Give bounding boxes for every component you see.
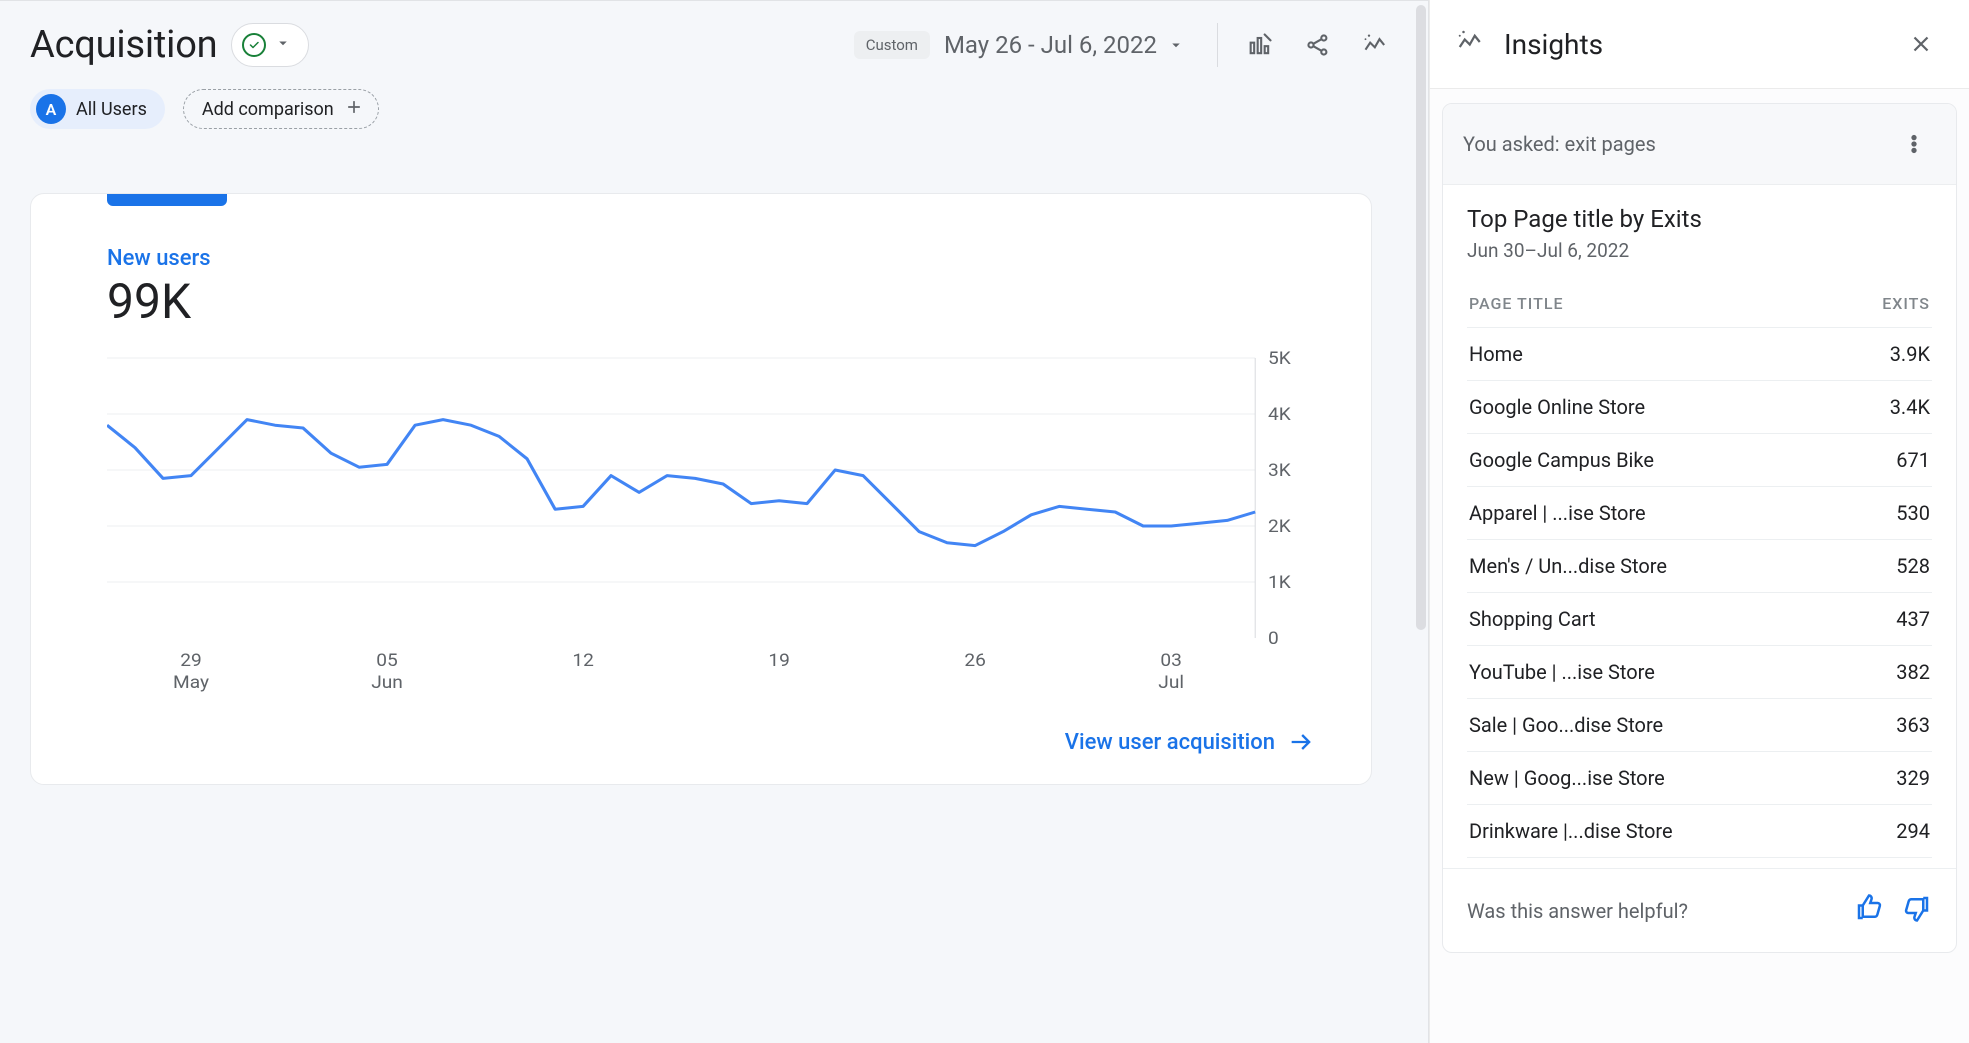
table-header: PAGE TITLE EXITS: [1467, 280, 1932, 328]
svg-text:May: May: [173, 672, 209, 693]
exits-cell: 329: [1896, 766, 1930, 790]
table-row[interactable]: Home 3.9K: [1467, 328, 1932, 381]
page-title: Acquisition: [30, 23, 217, 67]
page-title-cell: Google Campus Bike: [1469, 448, 1654, 472]
date-range-picker[interactable]: May 26 - Jul 6, 2022: [944, 31, 1185, 59]
active-tab-indicator: [107, 194, 227, 206]
sparkle-trend-icon: [1362, 31, 1390, 59]
date-preset-label: Custom: [854, 31, 930, 59]
svg-text:Jun: Jun: [371, 672, 403, 693]
svg-text:12: 12: [572, 650, 594, 671]
add-comparison-button[interactable]: Add comparison: [183, 89, 379, 129]
svg-text:1K: 1K: [1268, 572, 1291, 593]
insight-title: Top Page title by Exits: [1467, 205, 1932, 233]
checkmark-icon: [242, 33, 266, 57]
you-asked-row: You asked: exit pages: [1443, 104, 1956, 185]
table-row[interactable]: YouTube | ...ise Store 382: [1467, 646, 1932, 699]
svg-text:Jul: Jul: [1158, 672, 1184, 693]
customize-report-button[interactable]: [1238, 23, 1282, 67]
insights-panel: Insights You asked: exit pages Top Page …: [1429, 0, 1969, 1043]
share-icon: [1304, 31, 1332, 59]
thumbs-up-button[interactable]: [1854, 893, 1884, 928]
page-title-cell: Apparel | ...ise Store: [1469, 501, 1646, 525]
exits-cell: 363: [1896, 713, 1930, 737]
svg-text:19: 19: [768, 650, 790, 671]
exits-cell: 3.4K: [1890, 395, 1930, 419]
table-row[interactable]: New | Goog...ise Store 329: [1467, 752, 1932, 805]
sparkle-trend-icon: [1456, 27, 1486, 61]
view-user-acquisition-link[interactable]: View user acquisition: [31, 708, 1371, 756]
thumbs-down-icon: [1902, 893, 1932, 923]
svg-text:26: 26: [964, 650, 986, 671]
page-title-cell: Men's / Un...dise Store: [1469, 554, 1667, 578]
exits-cell: 528: [1896, 554, 1930, 578]
status-chip[interactable]: [231, 23, 309, 67]
page-title-cell: New | Goog...ise Store: [1469, 766, 1665, 790]
svg-text:5K: 5K: [1268, 348, 1291, 369]
new-users-chart: 0 1K 2K 3K 4K 5K 29May 05Jun 12 19 26 03Jul: [31, 330, 1371, 708]
acquisition-card: New users 99K 0 1K 2K 3K 4K 5K 29May 05Jun 12 19 2…: [30, 193, 1372, 785]
table-row[interactable]: Men's / Un...dise Store 528: [1467, 540, 1932, 593]
thumbs-up-icon: [1854, 893, 1884, 923]
svg-text:05: 05: [376, 650, 398, 671]
table-row[interactable]: Apparel | ...ise Store 530: [1467, 487, 1932, 540]
helpful-label: Was this answer helpful?: [1467, 899, 1688, 923]
svg-text:29: 29: [180, 650, 202, 671]
table-row[interactable]: Drinkware |...dise Store 294: [1467, 805, 1932, 858]
exits-cell: 382: [1896, 660, 1930, 684]
insight-card: You asked: exit pages Top Page title by …: [1442, 103, 1957, 953]
you-asked-query: exit pages: [1565, 132, 1656, 156]
col-exits: EXITS: [1882, 294, 1930, 313]
page-title-cell: YouTube | ...ise Store: [1469, 660, 1655, 684]
page-title-cell: Sale | Goo...dise Store: [1469, 713, 1663, 737]
svg-text:03: 03: [1160, 650, 1182, 671]
arrow-right-icon: [1287, 728, 1315, 756]
insights-button[interactable]: [1354, 23, 1398, 67]
exits-cell: 294: [1896, 819, 1930, 843]
metric-value: 99K: [107, 273, 1327, 330]
page-title-cell: Drinkware |...dise Store: [1469, 819, 1673, 843]
svg-text:2K: 2K: [1268, 516, 1291, 537]
close-icon: [1908, 31, 1934, 57]
exits-cell: 3.9K: [1890, 342, 1930, 366]
page-title-cell: Home: [1469, 342, 1523, 366]
page-title-cell: Google Online Store: [1469, 395, 1645, 419]
col-page-title: PAGE TITLE: [1469, 294, 1564, 313]
date-range-text: May 26 - Jul 6, 2022: [944, 31, 1157, 59]
close-button[interactable]: [1899, 22, 1943, 66]
add-comparison-label: Add comparison: [202, 99, 334, 120]
scrollbar[interactable]: [1416, 5, 1426, 630]
table-row[interactable]: Google Campus Bike 671: [1467, 434, 1932, 487]
audience-badge: A: [36, 94, 66, 124]
exits-cell: 437: [1896, 607, 1930, 631]
svg-text:0: 0: [1268, 628, 1279, 649]
table-row[interactable]: Google Online Store 3.4K: [1467, 381, 1932, 434]
table-row[interactable]: Shopping Cart 437: [1467, 593, 1932, 646]
metric-label-new-users[interactable]: New users: [107, 246, 1327, 271]
share-button[interactable]: [1296, 23, 1340, 67]
page-title-cell: Shopping Cart: [1469, 607, 1596, 631]
svg-text:3K: 3K: [1268, 460, 1291, 481]
exits-cell: 530: [1896, 501, 1930, 525]
chevron-down-icon: [274, 34, 292, 56]
insights-panel-title: Insights: [1504, 28, 1881, 61]
chevron-down-icon: [1167, 36, 1185, 54]
more-vertical-icon: [1903, 133, 1925, 155]
more-options-button[interactable]: [1892, 122, 1936, 166]
you-asked-prefix: You asked:: [1463, 132, 1565, 156]
thumbs-down-button[interactable]: [1902, 893, 1932, 928]
insight-date-range: Jun 30–Jul 6, 2022: [1467, 239, 1932, 262]
audience-label: All Users: [76, 99, 147, 120]
bar-chart-pencil-icon: [1246, 31, 1274, 59]
svg-text:4K: 4K: [1268, 404, 1291, 425]
divider: [1217, 23, 1218, 67]
plus-icon: [344, 97, 364, 122]
exits-cell: 671: [1896, 448, 1930, 472]
view-link-label: View user acquisition: [1065, 730, 1275, 755]
table-row[interactable]: Sale | Goo...dise Store 363: [1467, 699, 1932, 752]
audience-chip-all-users[interactable]: A All Users: [30, 89, 165, 129]
